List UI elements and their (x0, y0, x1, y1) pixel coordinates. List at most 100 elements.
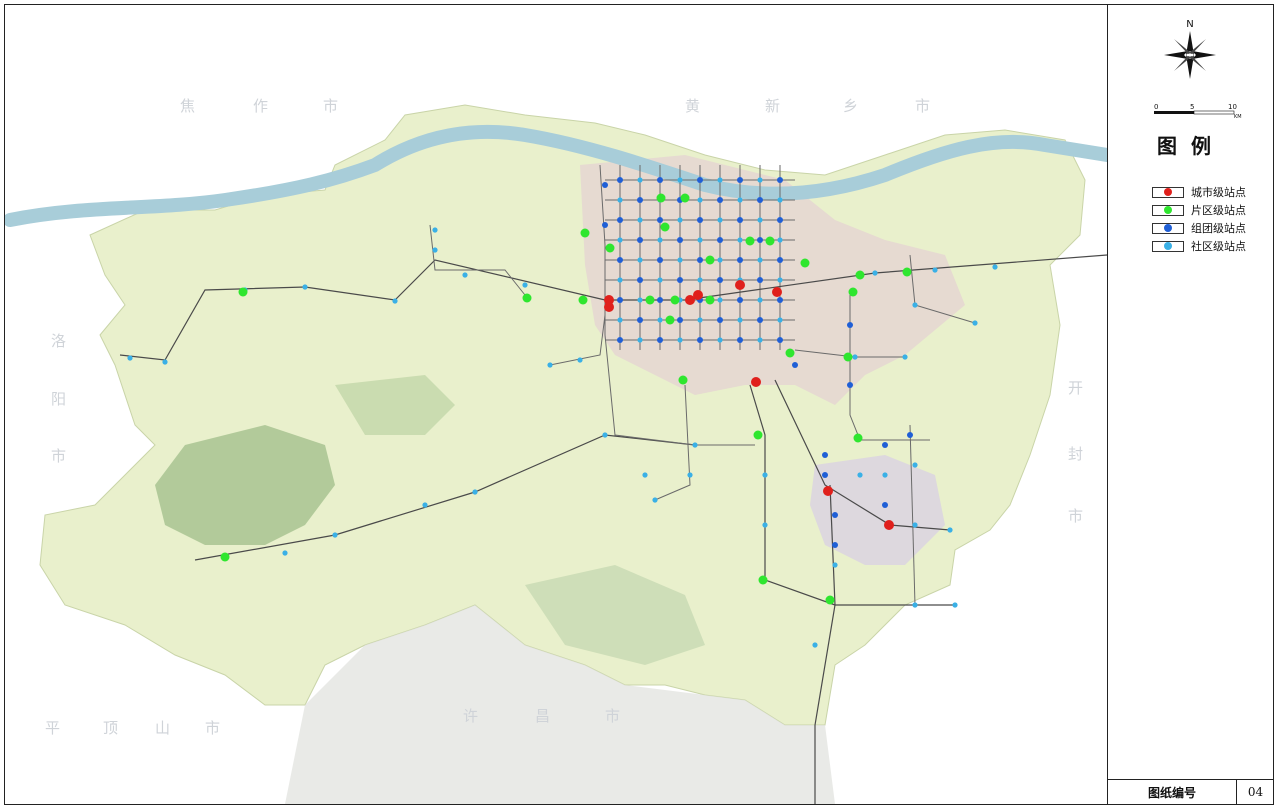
city-station (693, 290, 703, 300)
district-station (825, 595, 835, 605)
cluster-station (737, 337, 743, 343)
community-station (777, 317, 783, 323)
district-station (665, 315, 675, 325)
district-station (645, 295, 655, 305)
community-station (282, 550, 288, 556)
district-station (656, 193, 666, 203)
cluster-station (697, 257, 703, 263)
legend-label: 组团级站点 (1191, 222, 1246, 235)
community-station (302, 284, 308, 290)
community-station (777, 197, 783, 203)
community-station (547, 362, 553, 368)
cluster-station (677, 317, 683, 323)
community-station (577, 357, 583, 363)
community-station (737, 317, 743, 323)
cluster-station (717, 317, 723, 323)
community-station (992, 264, 998, 270)
legend-label: 城市级站点 (1191, 186, 1246, 199)
community-station (762, 472, 768, 478)
district-station (220, 552, 230, 562)
scale-label: 5 (1190, 103, 1194, 111)
cluster-station (657, 337, 663, 343)
legend-title: 图例 (1157, 134, 1225, 158)
legend-label: 片区级站点 (1191, 204, 1246, 217)
community-station (882, 472, 888, 478)
district-station (670, 295, 680, 305)
district-station (238, 287, 248, 297)
community-station (737, 237, 743, 243)
cluster-station (657, 217, 663, 223)
legend-panel: N 0 5 10 KM 图例 城市级站点 片区级站点 组团级站点 社区级站点 图… (1107, 5, 1274, 804)
community-station (637, 177, 643, 183)
cluster-station (697, 177, 703, 183)
scale-label: 10 (1228, 103, 1237, 111)
region-label: 阳 (51, 390, 69, 408)
city-station (751, 377, 761, 387)
community-station (677, 257, 683, 263)
region-label: 新 (765, 97, 783, 115)
community-station (737, 197, 743, 203)
region-label: 乡 (843, 97, 861, 115)
community-station (757, 257, 763, 263)
community-station (637, 297, 643, 303)
community-station (422, 502, 428, 508)
region-label: 市 (323, 97, 341, 115)
region-label: 市 (1068, 507, 1086, 525)
region-label: 作 (253, 97, 271, 115)
district-station (580, 228, 590, 238)
community-station (777, 237, 783, 243)
community-station (912, 602, 918, 608)
community-station (852, 354, 858, 360)
district-station (785, 348, 795, 358)
cluster-station (637, 317, 643, 323)
community-station (642, 472, 648, 478)
community-station (912, 302, 918, 308)
community-station (912, 462, 918, 468)
district-station (848, 287, 858, 297)
region-label: 黄 (685, 97, 703, 115)
district-station (745, 236, 755, 246)
cluster-station (757, 277, 763, 283)
community-station (762, 522, 768, 528)
community-station (617, 237, 623, 243)
community-station (697, 197, 703, 203)
cluster-station (907, 432, 913, 438)
legend-list: 城市级站点 片区级站点 组团级站点 社区级站点 (1152, 183, 1246, 255)
cluster-station (832, 512, 838, 518)
district-station (678, 375, 688, 385)
district-station (705, 295, 715, 305)
green-dot-icon (1164, 206, 1172, 214)
district-station (578, 295, 588, 305)
drawing-number: 04 (1247, 785, 1264, 799)
community-station (472, 489, 478, 495)
community-station (462, 272, 468, 278)
community-station (332, 532, 338, 538)
district-station (758, 575, 768, 585)
community-station (912, 522, 918, 528)
cluster-station (757, 317, 763, 323)
cluster-station (777, 217, 783, 223)
community-station (602, 432, 608, 438)
community-station (392, 298, 398, 304)
community-station (617, 277, 623, 283)
community-station (717, 257, 723, 263)
cluster-station (777, 257, 783, 263)
community-station (697, 317, 703, 323)
cluster-station (737, 177, 743, 183)
district-station (800, 258, 810, 268)
metro-station-map[interactable]: 焦 作 市 黄 新 乡 市 洛 阳 市 开 封 市 平 顶 山 市 许 昌 市 (5, 5, 1107, 804)
legend-item-city-station: 城市级站点 (1152, 183, 1246, 201)
cluster-station (737, 297, 743, 303)
cluster-station (637, 197, 643, 203)
community-station (677, 177, 683, 183)
cluster-station (832, 542, 838, 548)
cluster-station (882, 502, 888, 508)
community-station (677, 337, 683, 343)
cluster-station (637, 277, 643, 283)
cluster-station (657, 297, 663, 303)
community-station (522, 282, 528, 288)
scale-bar: 0 5 10 KM (1152, 101, 1242, 121)
district-station (753, 430, 763, 440)
region-label: 市 (51, 447, 69, 465)
blue-dot-icon (1164, 224, 1172, 232)
